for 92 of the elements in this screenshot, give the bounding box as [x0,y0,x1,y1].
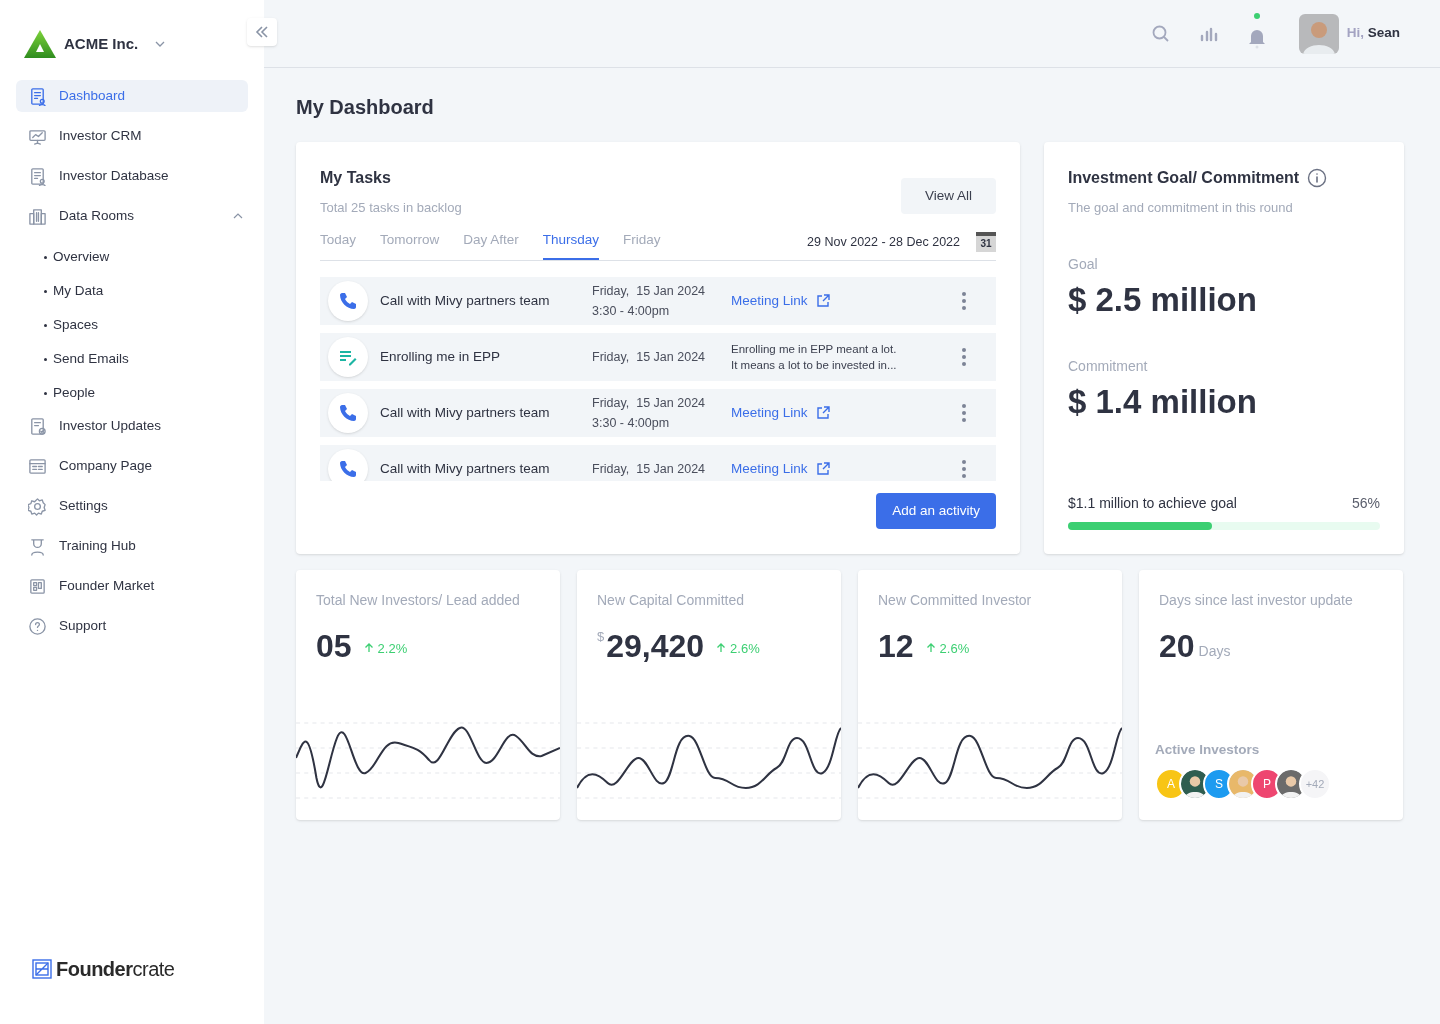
sidebar-subitem[interactable]: My Data [16,274,248,308]
sidebar-item[interactable]: Training Hub [16,530,248,562]
help-icon [28,616,47,636]
day-tab[interactable]: Thursday [542,229,600,260]
stat-value: 20 [1159,630,1195,662]
date-range: 29 Nov 2022 - 28 Dec 2022 [807,234,960,251]
sidebar-item[interactable]: Support [16,610,248,642]
crate-icon [32,959,52,979]
arrow-up-icon [363,643,374,654]
grid-icon [28,576,47,596]
collapse-sidebar-button[interactable] [247,18,277,46]
sidebar-item[interactable]: Dashboard [16,80,248,112]
add-activity-button[interactable]: Add an activity [876,492,996,529]
task-date: Friday, 15 Jan 2024 [592,394,707,412]
task-title: Call with Mivy partners team [380,291,551,310]
task-note: It means a lot to be invested in... [731,357,897,373]
task-row[interactable]: Enrolling me in EPP Friday, 15 Jan 2024 Enrolling me in EPP meant a lot. It means a lot to be invested in... [320,332,996,381]
card-title: My Tasks [320,168,392,188]
external-link-icon [815,461,830,476]
meeting-link[interactable]: Meeting Link [731,458,830,479]
stat-title: New Capital Committed [596,591,746,610]
external-link-icon [815,293,830,308]
stat-title: Total New Investors/ Lead added [315,591,521,610]
task-title: Call with Mivy partners team [380,403,551,422]
edit-list-icon [328,336,368,377]
phone-icon [328,448,368,481]
progress-label: $1.1 million to achieve goal [1068,494,1237,513]
building-icon [28,206,47,226]
card-subtitle: Total 25 tasks in backlog [320,199,462,217]
sidebar-item[interactable]: Data Rooms [16,200,248,232]
sidebar-item[interactable]: Investor Database [16,160,248,192]
trend-change: 2.6% [939,639,970,658]
task-date: Friday, 15 Jan 2024 [592,282,707,300]
trend-change: 2.6% [730,639,760,658]
task-date: Friday, 15 Jan 2024 [592,460,707,478]
brand-logo: Foundercrate [56,957,175,982]
report-icon [28,86,47,106]
double-chevron-left-icon [254,24,270,40]
active-investors-label: Active Investors [1154,740,1261,759]
stat-value: 12 [878,630,914,662]
progress-percent: 56% [1351,494,1380,513]
search-icon[interactable] [1150,23,1171,44]
task-title: Enrolling me in EPP [380,347,502,366]
view-all-button[interactable]: View All [900,178,996,214]
stat-title: Days since last investor update [1158,591,1354,610]
task-note: Enrolling me in EPP meant a lot. [731,341,897,357]
stat-value: 05 [316,630,352,662]
arrow-up-icon [716,643,727,654]
task-time: 3:30 - 4:00pm [592,414,671,432]
task-title: Call with Mivy partners team [380,459,551,478]
phone-icon [328,280,368,321]
info-icon[interactable] [1307,168,1328,188]
logo-icon [24,30,56,58]
sidebar-subitem[interactable]: Send Emails [16,342,248,376]
page-title: My Dashboard [296,95,435,120]
task-row[interactable]: Call with Mivy partners team Friday, 15 Jan 2024 Meeting Link [320,444,996,481]
gear-icon [28,496,47,516]
avatar[interactable] [1298,13,1339,54]
stat-title: New Committed Investor [877,591,1033,610]
stat-unit: Days [1198,642,1231,661]
person-icon [28,536,47,556]
calendar-button[interactable]: 31 [976,231,996,252]
sidebar-subitem[interactable]: People [16,376,248,410]
meeting-link[interactable]: Meeting Link [731,402,830,423]
task-row[interactable]: Call with Mivy partners team Friday, 15 Jan 2024 3:30 - 4:00pm Meeting Link [320,276,996,325]
commitment-label: Commitment [1068,356,1149,376]
meeting-link[interactable]: Meeting Link [731,290,830,311]
task-time: 3:30 - 4:00pm [592,302,671,320]
arrow-up-icon [925,643,936,654]
sidebar-item[interactable]: Founder Market [16,570,248,602]
sidebar-subitem[interactable]: Overview [16,240,248,274]
task-row[interactable]: Call with Mivy partners team Friday, 15 Jan 2024 3:30 - 4:00pm Meeting Link [320,388,996,437]
card-subtitle: The goal and commitment in this round [1068,199,1294,217]
commitment-value: $ 1.4 million [1068,384,1258,418]
sidebar-item[interactable]: Settings [16,490,248,522]
stat-value: $29,420 [597,630,705,662]
layout-icon [28,456,47,476]
company-name[interactable]: ACME Inc. [64,32,139,56]
document-check-icon [28,416,47,436]
external-link-icon [815,405,830,420]
sidebar-subitem[interactable]: Spaces [16,308,248,342]
goal-label: Goal [1068,254,1099,274]
user-greeting: Hi, Sean [1346,24,1400,43]
phone-icon [328,392,368,433]
report-icon [28,166,47,186]
sidebar-item[interactable]: Investor Updates [16,410,248,442]
card-title: Investment Goal/ Commitment [1068,168,1300,188]
task-date: Friday, 15 Jan 2024 [592,348,707,366]
sidebar-item[interactable]: Investor CRM [16,120,248,152]
sidebar-item[interactable]: Company Page [16,450,248,482]
trend-change: 2.2% [377,639,408,658]
goal-value: $ 2.5 million [1068,282,1258,316]
